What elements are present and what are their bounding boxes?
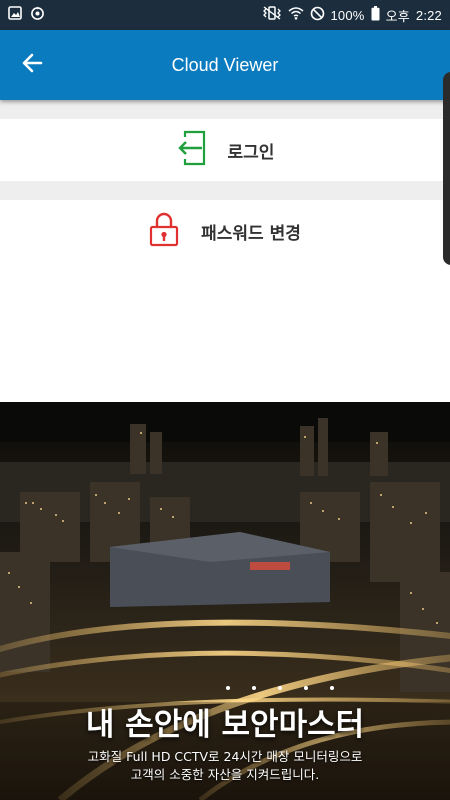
login-label: 로그인	[227, 142, 275, 163]
login-menu-item[interactable]: 로그인	[0, 119, 450, 181]
pager-dot[interactable]	[330, 686, 334, 690]
battery-icon	[371, 5, 380, 25]
status-ampm: 오후	[385, 8, 410, 24]
menu-list: 로그인 패스워드 변경	[0, 100, 450, 402]
pager-dot[interactable]	[278, 686, 282, 690]
gallery-icon	[8, 6, 22, 24]
pager-dot[interactable]	[304, 686, 308, 690]
app-bar: Cloud Viewer	[0, 30, 450, 100]
status-time: 2:22	[415, 7, 442, 23]
banner-subtitle-line1: 고화질 Full HD CCTV로 24시간 매장 모니터링으로	[87, 749, 363, 764]
promo-banner: 내 손안에 보안마스터 고화질 Full HD CCTV로 24시간 매장 모니…	[0, 402, 450, 800]
pager-dot[interactable]	[252, 686, 256, 690]
banner-subtitle-line2: 고객의 소중한 자산을 지켜드립니다.	[130, 767, 320, 782]
back-button[interactable]	[14, 47, 50, 83]
arrow-left-icon	[21, 52, 43, 78]
login-icon	[176, 130, 206, 170]
status-bar-right: 100% 오후 2:22	[262, 5, 443, 25]
wifi-icon	[288, 6, 304, 24]
app-title: Cloud Viewer	[171, 54, 279, 75]
empty-area	[0, 262, 450, 402]
vibrate-icon	[262, 6, 282, 24]
change-password-label: 패스워드 변경	[201, 223, 301, 244]
pager-dots	[226, 686, 334, 690]
banner-title: 내 손안에 보안마스터	[85, 707, 365, 743]
status-bar-left	[8, 6, 45, 25]
status-bar: 100% 오후 2:22	[0, 0, 450, 30]
sync-icon	[30, 6, 45, 25]
pager-dot[interactable]	[226, 686, 230, 690]
blocked-icon	[310, 6, 325, 25]
change-password-menu-item[interactable]: 패스워드 변경	[0, 200, 450, 262]
battery-percent: 100%	[330, 7, 365, 23]
edge-panel-handle[interactable]	[443, 72, 450, 265]
lock-icon	[149, 211, 179, 251]
